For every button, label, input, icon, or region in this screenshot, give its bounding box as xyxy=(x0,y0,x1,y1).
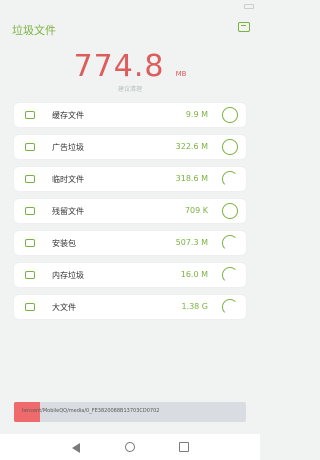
junk-size-value: 774.8 xyxy=(73,49,165,84)
scanning-spinner xyxy=(222,299,238,315)
status-bar xyxy=(0,0,260,14)
item-label: 大文件 xyxy=(52,303,76,312)
settings-icon[interactable] xyxy=(238,22,250,32)
item-label: 内存垃圾 xyxy=(52,271,84,280)
system-navigation-bar xyxy=(0,434,260,460)
package-icon xyxy=(25,239,35,247)
list-item[interactable]: 大文件 1.38 G xyxy=(14,295,246,319)
temp-file-icon xyxy=(25,175,35,183)
select-circle[interactable] xyxy=(222,107,238,123)
select-circle[interactable] xyxy=(222,139,238,155)
item-label: 残留文件 xyxy=(52,207,84,216)
select-circle[interactable] xyxy=(222,203,238,219)
app-bar: 垃圾文件 xyxy=(0,14,260,48)
scan-path-text: tencent/MobileQQ/media/0_FE3820088B13703… xyxy=(22,408,160,414)
scan-progress-bar: tencent/MobileQQ/media/0_FE3820088B13703… xyxy=(14,402,246,422)
large-file-icon xyxy=(25,303,35,311)
item-size: 709 K xyxy=(184,206,208,215)
item-label: 安装包 xyxy=(52,239,76,248)
back-icon[interactable] xyxy=(72,443,80,453)
residual-file-icon xyxy=(25,207,35,215)
item-size: 507.3 M xyxy=(175,238,208,247)
home-icon[interactable] xyxy=(125,442,135,452)
suggestion-text: 建议清理 xyxy=(117,86,142,93)
list-item[interactable]: 临时文件 318.6 M xyxy=(14,167,246,191)
cache-icon xyxy=(25,111,35,119)
recent-apps-icon[interactable] xyxy=(179,442,189,452)
list-item[interactable]: 广告垃圾 322.6 M xyxy=(14,135,246,159)
list-item[interactable]: 安装包 507.3 M xyxy=(14,231,246,255)
item-size: 1.38 G xyxy=(181,302,208,311)
status-icons xyxy=(244,4,254,9)
memory-icon xyxy=(25,271,35,279)
battery-icon xyxy=(244,4,254,9)
item-size: 318.6 M xyxy=(175,174,208,183)
page-title: 垃圾文件 xyxy=(12,24,56,37)
junk-category-list: 缓存文件 9.9 M 广告垃圾 322.6 M 临时文件 318.6 M 残留文… xyxy=(14,103,246,327)
item-size: 9.9 M xyxy=(185,110,208,119)
scanning-spinner xyxy=(222,267,238,283)
scanning-spinner xyxy=(222,235,238,251)
list-item[interactable]: 缓存文件 9.9 M xyxy=(14,103,246,127)
item-size: 16.0 M xyxy=(180,270,208,279)
item-size: 322.6 M xyxy=(175,142,208,151)
item-label: 广告垃圾 xyxy=(52,143,84,152)
ad-icon xyxy=(25,143,35,151)
scanning-spinner xyxy=(222,171,238,187)
list-item[interactable]: 残留文件 709 K xyxy=(14,199,246,223)
junk-size-unit: MB xyxy=(175,70,187,78)
item-label: 临时文件 xyxy=(52,175,84,184)
junk-size-summary: 774.8 MB xyxy=(0,52,260,82)
list-item[interactable]: 内存垃圾 16.0 M xyxy=(14,263,246,287)
item-label: 缓存文件 xyxy=(52,111,84,120)
